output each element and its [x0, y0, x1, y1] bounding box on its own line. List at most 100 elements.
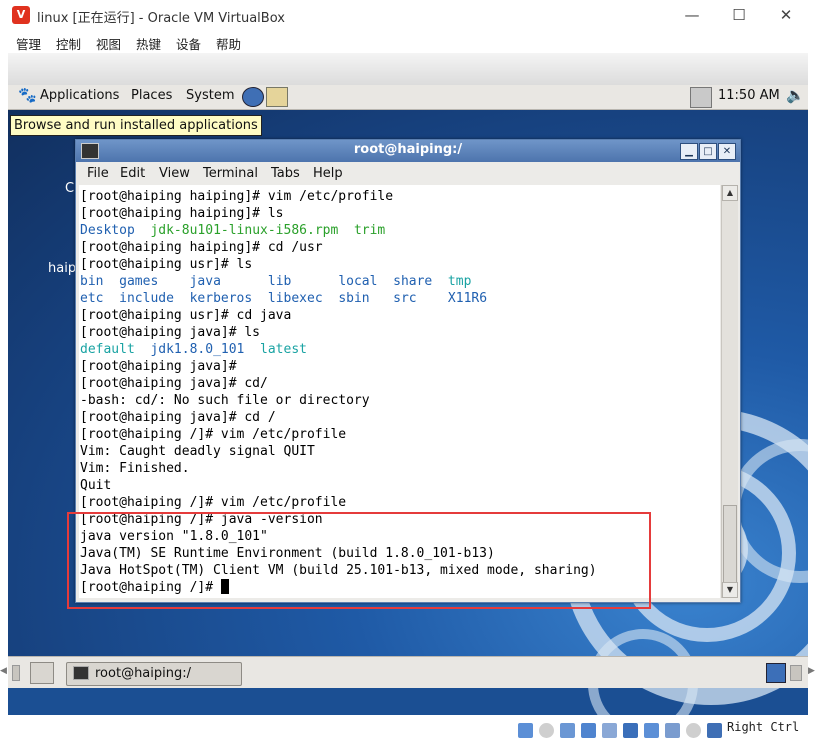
- volume-icon[interactable]: 🔈: [786, 86, 805, 104]
- usb-icon[interactable]: [602, 723, 617, 738]
- terminal-line: Desktop jdk-8u101-linux-i586.rpm trim: [80, 222, 597, 239]
- terminal-text: jdk-8u101-linux-i586.rpm: [150, 223, 339, 238]
- host-key-label: Right Ctrl: [727, 720, 800, 734]
- menu-hotkey[interactable]: 热键: [136, 34, 161, 53]
- terminal-scrollbar[interactable]: ▲ ▼: [721, 185, 738, 598]
- harddisk-icon[interactable]: [518, 723, 533, 738]
- terminal-text: Vim: Finished.: [80, 461, 190, 476]
- scroll-right-arrow-icon[interactable]: ▶: [808, 660, 816, 682]
- terminal-menu-help[interactable]: Help: [313, 166, 343, 181]
- network-icon[interactable]: [581, 723, 596, 738]
- terminal-text: etc: [80, 291, 104, 306]
- terminal-text: games: [119, 274, 159, 289]
- terminal-text: [root@haiping haiping]# ls: [80, 206, 284, 221]
- audio-icon[interactable]: [560, 723, 575, 738]
- terminal-text: [root@haiping usr]# cd java: [80, 308, 292, 323]
- terminal-text: [root@haiping haiping]# cd /usr: [80, 240, 323, 255]
- scroll-down-arrow-icon[interactable]: ▼: [722, 582, 738, 598]
- terminal-text: java: [189, 274, 221, 289]
- network-status-icon[interactable]: [690, 87, 712, 108]
- optical-drive-icon[interactable]: [539, 723, 554, 738]
- vbox-statusbar: Right Ctrl: [0, 715, 816, 745]
- video-capture-icon[interactable]: [665, 723, 680, 738]
- terminal-text: [root@haiping java]# cd /: [80, 410, 276, 425]
- guest-top-strip: [8, 53, 808, 85]
- panel-handle-icon[interactable]: [12, 665, 20, 681]
- terminal-line: Vim: Caught deadly signal QUIT: [80, 443, 597, 460]
- terminal-text: -bash: cd/: No such file or directory: [80, 393, 370, 408]
- terminal-text: latest: [260, 342, 307, 357]
- menu-help[interactable]: 帮助: [216, 34, 241, 53]
- shared-folders-icon[interactable]: [623, 723, 638, 738]
- minimize-button[interactable]: —: [670, 3, 714, 27]
- menu-control[interactable]: 控制: [56, 34, 81, 53]
- taskbar-button-terminal[interactable]: root@haiping:/: [66, 662, 242, 686]
- gnome-foot-icon[interactable]: 🐾: [18, 86, 37, 104]
- panel-handle-icon[interactable]: [790, 665, 802, 681]
- mouse-integration-icon[interactable]: [707, 723, 722, 738]
- desktop-icon-label[interactable]: haip: [48, 261, 76, 276]
- terminal-text: default: [80, 342, 135, 357]
- tooltip: Browse and run installed applications: [10, 115, 262, 136]
- terminal-text: sbin: [338, 291, 370, 306]
- menu-system[interactable]: System: [186, 88, 234, 103]
- terminal-title: root@haiping:/: [353, 142, 463, 157]
- terminal-menu-tabs[interactable]: Tabs: [271, 166, 300, 181]
- terminal-line: etc include kerberos libexec sbin src X1…: [80, 290, 597, 307]
- terminal-minimize-button[interactable]: ▁: [680, 143, 698, 160]
- terminal-menu-file[interactable]: File: [87, 166, 109, 181]
- scroll-left-arrow-icon[interactable]: ◀: [0, 660, 8, 682]
- terminal-menu-edit[interactable]: Edit: [120, 166, 145, 181]
- desktop-icon-label[interactable]: C: [65, 181, 74, 196]
- display-icon[interactable]: [644, 723, 659, 738]
- terminal-text: local: [338, 274, 378, 289]
- terminal-text: [root@haiping java]#: [80, 359, 237, 374]
- scroll-up-arrow-icon[interactable]: ▲: [722, 185, 738, 201]
- terminal-line: [root@haiping java]#: [80, 358, 597, 375]
- terminal-menu-terminal[interactable]: Terminal: [203, 166, 258, 181]
- terminal-text: lib: [267, 274, 292, 289]
- menu-view[interactable]: 视图: [96, 34, 121, 53]
- workspace-switcher-icon[interactable]: [766, 663, 786, 683]
- taskbar-button-label: root@haiping:/: [95, 666, 191, 681]
- terminal-line: [root@haiping java]# cd /: [80, 409, 597, 426]
- maximize-button[interactable]: ☐: [717, 3, 761, 27]
- terminal-text: Vim: Caught deadly signal QUIT: [80, 444, 315, 459]
- terminal-text: tmp: [447, 274, 472, 289]
- clock[interactable]: 11:50 AM: [718, 88, 780, 103]
- virtualbox-window: V linux [正在运行] - Oracle VM VirtualBox — …: [0, 0, 816, 745]
- terminal-text: bin: [80, 274, 104, 289]
- terminal-text: [root@haiping java]# ls: [80, 325, 261, 340]
- virtualization-icon[interactable]: [686, 723, 701, 738]
- web-browser-launcher-icon[interactable]: [242, 87, 264, 107]
- scrollbar-thumb[interactable]: [723, 505, 737, 583]
- terminal-line: Vim: Finished.: [80, 460, 597, 477]
- terminal-close-button[interactable]: ✕: [718, 143, 736, 160]
- terminal-maximize-button[interactable]: □: [699, 143, 717, 160]
- menu-manage[interactable]: 管理: [16, 34, 41, 53]
- menu-applications[interactable]: Applications: [40, 88, 119, 103]
- terminal-menu-view[interactable]: View: [159, 166, 190, 181]
- guest-screen[interactable]: 🐾 Applications Places System 11:50 AM 🔈 …: [8, 53, 808, 715]
- terminal-text: src: [393, 291, 417, 306]
- terminal-line: [root@haiping haiping]# cd /usr: [80, 239, 597, 256]
- terminal-titlebar[interactable]: root@haiping:/ ▁ □ ✕: [76, 140, 740, 162]
- menu-places[interactable]: Places: [131, 88, 172, 103]
- show-desktop-icon[interactable]: [30, 662, 54, 684]
- highlight-box: [67, 512, 651, 609]
- close-button[interactable]: ✕: [764, 3, 808, 27]
- mail-launcher-icon[interactable]: [266, 87, 288, 107]
- terminal-text: [root@haiping /]# vim /etc/profile: [80, 495, 347, 510]
- menu-devices[interactable]: 设备: [176, 34, 201, 53]
